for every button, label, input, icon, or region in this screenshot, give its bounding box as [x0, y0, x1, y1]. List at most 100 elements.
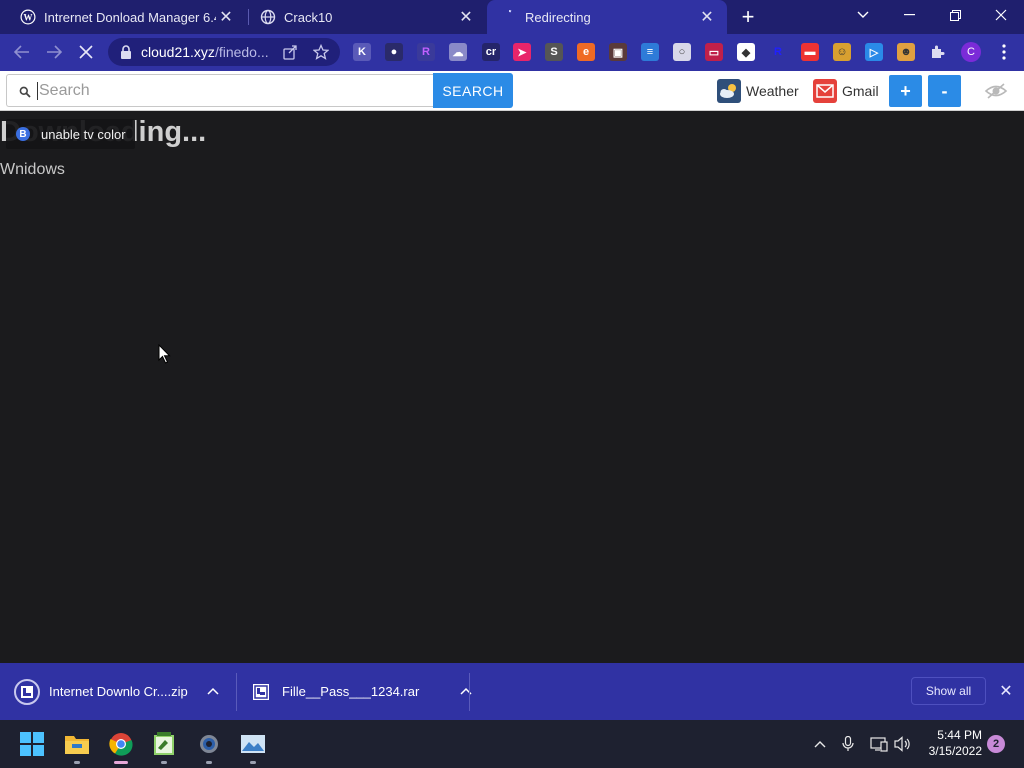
close-window-button[interactable]	[978, 0, 1024, 30]
tooltip-badge: B	[16, 127, 30, 141]
eye-ext-icon[interactable]: ●	[385, 43, 403, 61]
running-indicator	[161, 761, 167, 764]
puzzle-icon[interactable]	[929, 43, 947, 61]
play-ext-icon[interactable]: ▷	[865, 43, 883, 61]
chevron-up-icon[interactable]	[206, 685, 220, 699]
system-clock[interactable]: 5:44 PM 3/15/2022	[920, 727, 982, 759]
bookmark-star-icon[interactable]	[309, 38, 333, 66]
download-item[interactable]: Internet Downlo Cr....zip	[14, 663, 220, 720]
r-ext-icon[interactable]: R	[769, 43, 787, 61]
page-subtext: Wnidows	[0, 161, 65, 178]
grid-ext-icon[interactable]: ≡	[641, 43, 659, 61]
shelf-separator	[236, 673, 237, 711]
zoom-in-button[interactable]: +	[889, 75, 922, 107]
search-button[interactable]: SEARCH	[433, 73, 513, 108]
tooltip-popup: B unable tv color	[6, 119, 135, 149]
chrome-icon	[109, 733, 133, 756]
tab-idm[interactable]: W Intrernet Donload Manager 6.40 ✕	[0, 0, 246, 34]
restore-button[interactable]	[932, 0, 978, 30]
volume-icon[interactable]	[893, 734, 913, 754]
extension-search-bar: SEARCH Weather Gmail + -	[0, 71, 1024, 111]
rar-file-icon	[252, 683, 270, 701]
page-content: Downloading... Wnidows B unable tv color	[0, 111, 1024, 663]
monkey-ext-icon[interactable]: ☻	[897, 43, 915, 61]
r-ext-icon[interactable]: R	[417, 43, 435, 61]
close-tab-icon[interactable]: ✕	[456, 7, 476, 27]
weather-link[interactable]: Weather	[717, 77, 799, 105]
taskbar-notepad[interactable]	[148, 728, 180, 764]
search-icon	[19, 85, 31, 98]
cr-ext-icon[interactable]: cr	[482, 43, 500, 61]
search-box	[6, 74, 434, 107]
folder-icon	[65, 736, 89, 754]
new-tab-button[interactable]: +	[736, 4, 760, 29]
s-ext-icon[interactable]: S	[545, 43, 563, 61]
close-tab-icon[interactable]: ✕	[216, 7, 236, 27]
tab-crack10[interactable]: Crack10 ✕	[250, 0, 486, 34]
screen-ext-icon[interactable]: ▭	[705, 43, 723, 61]
k-ext-icon[interactable]: K	[353, 43, 371, 61]
pointer-ext-icon[interactable]: ➤	[513, 43, 531, 61]
tab-title: Intrernet Donload Manager 6.40	[44, 9, 216, 25]
tab-separator	[248, 9, 249, 25]
lock-icon[interactable]	[120, 45, 132, 59]
taskbar-file-explorer[interactable]	[61, 728, 93, 764]
notification-badge[interactable]: 2	[987, 735, 1005, 753]
globe-icon	[260, 9, 276, 25]
wordpress-icon: W	[20, 9, 36, 25]
tab-strip: W Intrernet Donload Manager 6.40 ✕ Crack…	[0, 0, 1024, 34]
network-icon[interactable]	[869, 734, 889, 754]
cloud-ext-icon[interactable]: ☁	[449, 43, 467, 61]
show-all-button[interactable]: Show all	[911, 677, 986, 705]
share-icon[interactable]	[278, 38, 302, 66]
browser-toolbar: cloud21.xyz/finedo... K ● R ☁ cr ➤ Se ▣ ≡ ○ ▭ ◆ R ▬ ☺ ▷…	[0, 34, 1024, 71]
close-tab-icon[interactable]: ✕	[697, 7, 717, 27]
gmail-label: Gmail	[842, 83, 879, 99]
running-indicator	[74, 761, 80, 764]
gmail-link[interactable]: Gmail	[813, 77, 879, 105]
taskbar: 5:44 PM 3/15/2022 2	[0, 720, 1024, 768]
running-indicator	[250, 761, 256, 764]
url-path: /finedo...	[214, 44, 269, 60]
photos-icon	[241, 735, 265, 753]
zoom-out-button[interactable]: -	[928, 75, 961, 107]
notepad-icon	[154, 732, 174, 755]
gmail-icon	[813, 79, 837, 103]
tv-ext-icon[interactable]: ▬	[801, 43, 819, 61]
kebab-menu-icon[interactable]	[995, 43, 1013, 61]
profile-avatar[interactable]: C	[961, 42, 981, 62]
minimize-button[interactable]	[886, 0, 932, 30]
url-text[interactable]: cloud21.xyz/finedo...	[141, 44, 271, 60]
search-input[interactable]	[37, 81, 417, 100]
photo-ext-icon[interactable]: ▣	[609, 43, 627, 61]
download-item[interactable]: Fille__Pass___1234.rar	[252, 663, 473, 720]
address-bar[interactable]: cloud21.xyz/finedo...	[108, 38, 340, 66]
microphone-icon[interactable]	[838, 734, 858, 754]
taskbar-chrome[interactable]	[105, 728, 137, 764]
tooltip-text: unable tv color	[41, 126, 126, 142]
taskbar-settings[interactable]	[193, 728, 225, 764]
shelf-separator	[469, 673, 470, 711]
svg-text:W: W	[24, 13, 33, 23]
tab-redirecting[interactable]: Redirecting ✕	[487, 0, 727, 34]
chevron-up-icon[interactable]	[459, 685, 473, 699]
close-shelf-icon[interactable]: ✕	[996, 681, 1016, 701]
weather-icon	[717, 79, 741, 103]
circle-ext-icon[interactable]: ○	[673, 43, 691, 61]
running-indicator	[206, 761, 212, 764]
edge-ext-icon[interactable]: e	[577, 43, 595, 61]
diamond-ext-icon[interactable]: ◆	[737, 43, 755, 61]
clock-time: 5:44 PM	[937, 728, 982, 742]
hide-eye-icon[interactable]	[984, 81, 1008, 101]
url-host: cloud21.xyz	[141, 44, 215, 60]
show-hidden-icons-chevron-icon[interactable]	[810, 734, 830, 754]
weather-label: Weather	[746, 83, 799, 99]
cat-ext-icon[interactable]: ☺	[833, 43, 851, 61]
forward-button[interactable]	[42, 40, 66, 64]
start-button[interactable]	[16, 728, 48, 760]
tab-search-chevron-icon[interactable]	[840, 0, 886, 30]
tab-title: Crack10	[284, 9, 333, 25]
taskbar-photos[interactable]	[237, 728, 269, 764]
stop-button[interactable]	[74, 40, 98, 64]
back-button[interactable]	[10, 40, 34, 64]
